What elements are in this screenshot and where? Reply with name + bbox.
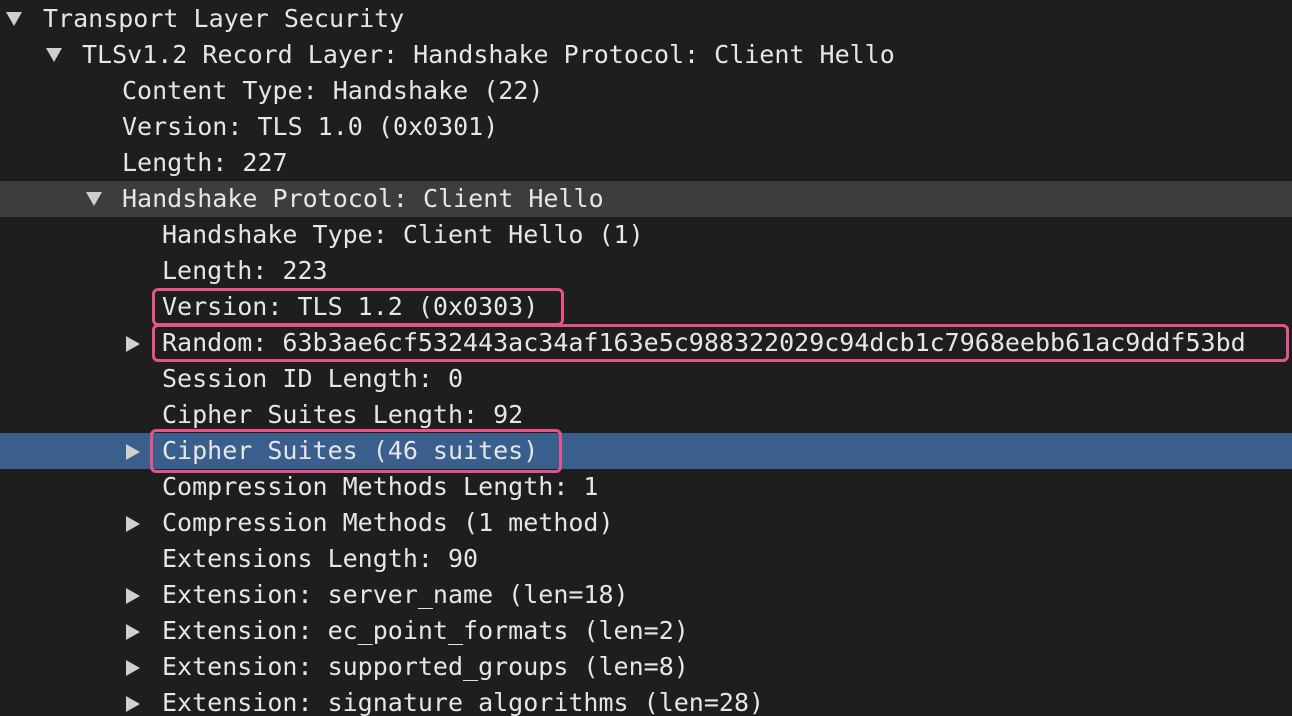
tree-row-extensions-length[interactable]: Extensions Length: 90 — [0, 541, 1292, 577]
collapsed-arrow-icon[interactable] — [124, 613, 144, 649]
tree-row-handshake-type[interactable]: Handshake Type: Client Hello (1) — [0, 217, 1292, 253]
tree-row-record-length[interactable]: Length: 227 — [0, 145, 1292, 181]
tree-row-label: Transport Layer Security — [43, 4, 405, 33]
packet-details-tree: Transport Layer Security TLSv1.2 Record … — [0, 0, 1292, 716]
tree-row-label: Cipher Suites (46 suites) — [162, 436, 539, 465]
tree-row-extension-ec-point-formats[interactable]: Extension: ec_point_formats (len=2) — [0, 613, 1292, 649]
tree-row-compression-methods-length[interactable]: Compression Methods Length: 1 — [0, 469, 1292, 505]
collapsed-arrow-icon[interactable] — [124, 577, 144, 613]
tree-row-label: Extension: server_name (len=18) — [162, 580, 629, 609]
tree-row-label: Random: 63b3ae6cf532443ac34af163e5c98832… — [162, 328, 1246, 357]
collapsed-arrow-icon[interactable] — [124, 433, 144, 469]
tree-row-compression-methods[interactable]: Compression Methods (1 method) — [0, 505, 1292, 541]
tree-row-label: Extension: signature_algorithms (len=28) — [162, 688, 765, 716]
tree-row-label: Session ID Length: 0 — [162, 364, 464, 393]
tree-row-label: Compression Methods Length: 1 — [162, 472, 599, 501]
tree-row-transport-layer-security[interactable]: Transport Layer Security — [0, 1, 1292, 37]
tree-row-record-version[interactable]: Version: TLS 1.0 (0x0301) — [0, 109, 1292, 145]
tree-row-extension-supported-groups[interactable]: Extension: supported_groups (len=8) — [0, 649, 1292, 685]
tree-row-label: Cipher Suites Length: 92 — [162, 400, 524, 429]
tree-row-extension-signature-algorithms[interactable]: Extension: signature_algorithms (len=28) — [0, 685, 1292, 716]
tree-row-label: Extension: supported_groups (len=8) — [162, 652, 689, 681]
tree-row-label: TLSv1.2 Record Layer: Handshake Protocol… — [82, 40, 895, 69]
collapsed-arrow-icon[interactable] — [124, 505, 144, 541]
tree-row-session-id-length[interactable]: Session ID Length: 0 — [0, 361, 1292, 397]
expanded-arrow-icon[interactable] — [4, 1, 24, 37]
tree-row-label: Version: TLS 1.2 (0x0303) — [162, 292, 539, 321]
tree-row-label: Length: 227 — [122, 148, 288, 177]
collapsed-arrow-icon[interactable] — [124, 649, 144, 685]
tree-row-label: Version: TLS 1.0 (0x0301) — [122, 112, 499, 141]
tree-row-tls-record-layer[interactable]: TLSv1.2 Record Layer: Handshake Protocol… — [0, 37, 1292, 73]
expanded-arrow-icon[interactable] — [44, 37, 64, 73]
tree-row-label: Extensions Length: 90 — [162, 544, 479, 573]
tree-row-label: Extension: ec_point_formats (len=2) — [162, 616, 689, 645]
tree-row-label: Handshake Type: Client Hello (1) — [162, 220, 644, 249]
tree-row-cipher-suites-length[interactable]: Cipher Suites Length: 92 — [0, 397, 1292, 433]
tree-row-label: Handshake Protocol: Client Hello — [122, 184, 604, 213]
tree-row-handshake-length[interactable]: Length: 223 — [0, 253, 1292, 289]
tree-row-cipher-suites[interactable]: Cipher Suites (46 suites) — [0, 433, 1292, 469]
expanded-arrow-icon[interactable] — [84, 181, 104, 217]
tree-row-label: Content Type: Handshake (22) — [122, 76, 544, 105]
collapsed-arrow-icon[interactable] — [124, 325, 144, 361]
tree-row-label: Length: 223 — [162, 256, 328, 285]
tree-row-handshake-protocol[interactable]: Handshake Protocol: Client Hello — [0, 181, 1292, 217]
collapsed-arrow-icon[interactable] — [124, 685, 144, 716]
tree-row-random[interactable]: Random: 63b3ae6cf532443ac34af163e5c98832… — [0, 325, 1292, 361]
tree-row-client-version[interactable]: Version: TLS 1.2 (0x0303) — [0, 289, 1292, 325]
tree-row-label: Compression Methods (1 method) — [162, 508, 614, 537]
tree-row-content-type[interactable]: Content Type: Handshake (22) — [0, 73, 1292, 109]
tree-row-extension-server-name[interactable]: Extension: server_name (len=18) — [0, 577, 1292, 613]
